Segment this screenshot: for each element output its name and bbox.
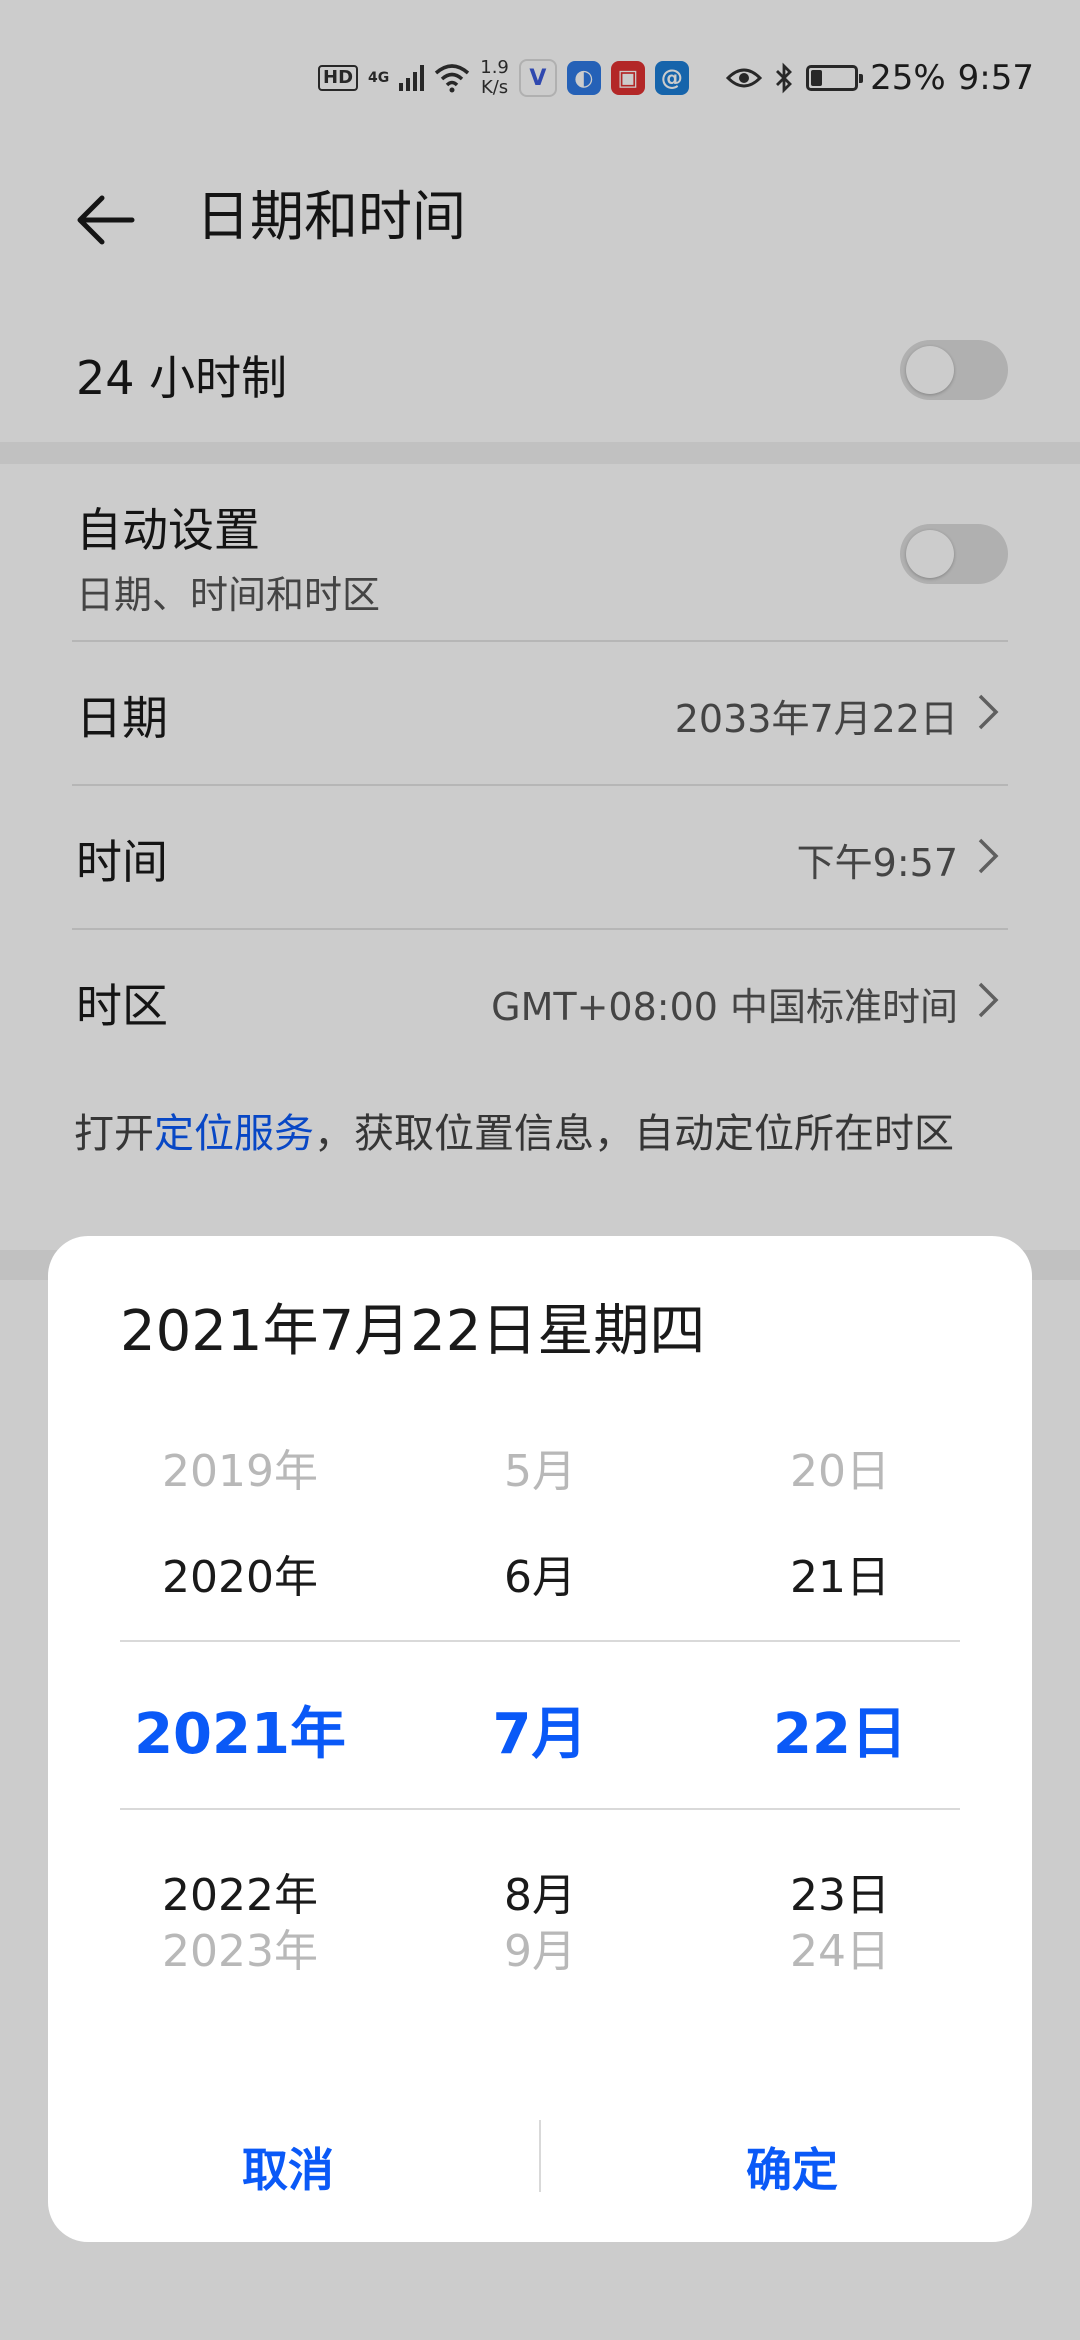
month-option[interactable]: 5月 (420, 1442, 660, 1502)
dialog-actions: 取消 确定 (48, 2112, 1032, 2222)
year-option[interactable]: 2019年 (120, 1442, 360, 1502)
day-option[interactable]: 21日 (720, 1548, 960, 1608)
confirm-button[interactable]: 确定 (562, 2112, 1022, 2222)
date-picker-dialog: 2021年7月22日星期四 2019年 2020年 2021年 2022年 5月… (48, 1236, 1032, 2242)
month-option[interactable]: 9月 (420, 1922, 660, 1982)
day-option[interactable]: 20日 (720, 1442, 960, 1502)
date-wheel-picker: 2019年 2020年 2021年 2022年 5月 6月 7月 8月 20日 … (120, 1416, 960, 1936)
year-selected[interactable]: 2021年 (120, 1700, 360, 1770)
day-wheel-tail: 24日 (720, 1926, 960, 1996)
month-wheel-tail: 9月 (420, 1926, 660, 1996)
year-option[interactable]: 2022年 (120, 1866, 360, 1926)
month-option[interactable]: 6月 (420, 1548, 660, 1608)
button-divider (539, 2120, 541, 2192)
year-wheel-tail: 2023年 (120, 1926, 360, 1996)
year-option[interactable]: 2023年 (120, 1922, 360, 1982)
month-wheel[interactable]: 5月 6月 7月 8月 (420, 1416, 660, 1936)
year-wheel[interactable]: 2019年 2020年 2021年 2022年 (120, 1416, 360, 1936)
day-wheel[interactable]: 20日 21日 22日 23日 (720, 1416, 960, 1936)
cancel-button[interactable]: 取消 (58, 2112, 518, 2222)
day-selected[interactable]: 22日 (720, 1700, 960, 1770)
month-option[interactable]: 8月 (420, 1866, 660, 1926)
dialog-title: 2021年7月22日星期四 (120, 1299, 706, 1364)
day-option[interactable]: 24日 (720, 1922, 960, 1982)
year-option[interactable]: 2020年 (120, 1548, 360, 1608)
month-selected[interactable]: 7月 (420, 1700, 660, 1770)
day-option[interactable]: 23日 (720, 1866, 960, 1926)
date-wheel-bottom-row: 2023年 9月 24日 (120, 1926, 960, 1996)
